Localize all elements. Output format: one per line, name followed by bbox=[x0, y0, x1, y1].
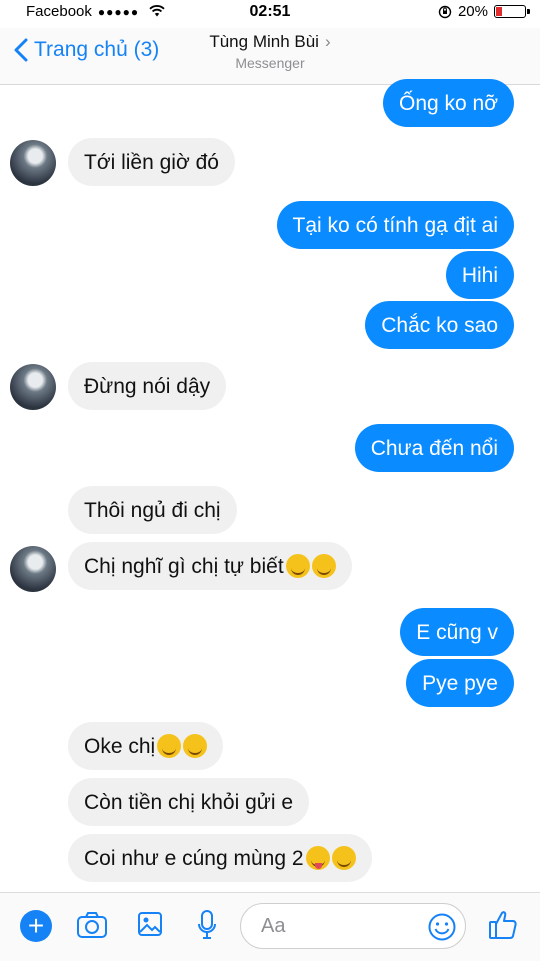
message-bubble-incoming[interactable]: Tới liền giờ đó bbox=[68, 138, 235, 186]
squinting-tongue-face-icon bbox=[305, 846, 330, 870]
message-bubble-incoming[interactable]: Còn tiền chị khỏi gửi e bbox=[68, 778, 310, 826]
message-bubble-incoming[interactable]: Chị nghĩ gì chị tự biết bbox=[68, 542, 352, 590]
status-bar: Facebook ●●●●● 02:51 20% bbox=[0, 0, 540, 28]
message-bubble-outgoing[interactable]: Pye pye bbox=[406, 659, 514, 707]
message-text: Thôi ngủ đi chị bbox=[84, 498, 221, 522]
battery-percent: 20% bbox=[457, 3, 488, 20]
relieved-face-icon bbox=[311, 554, 336, 578]
contact-title[interactable]: Tùng Minh Bùi › Messenger bbox=[0, 32, 540, 71]
microphone-icon[interactable] bbox=[197, 909, 217, 941]
message-input[interactable] bbox=[259, 914, 413, 939]
message-bubble-outgoing[interactable]: Tại ko có tính gạ địt ai bbox=[276, 201, 514, 249]
avatar[interactable] bbox=[10, 546, 56, 592]
message-bubble-outgoing[interactable]: Chắc ko sao bbox=[365, 301, 514, 349]
message-bubble-outgoing[interactable]: Chưa đến nổi bbox=[354, 424, 514, 472]
message-text: Đừng nói dậy bbox=[84, 374, 211, 398]
message-text: Tới liền giờ đó bbox=[84, 150, 219, 174]
message-bubble-incoming[interactable]: Thôi ngủ đi chị bbox=[68, 486, 237, 534]
message-input-field[interactable] bbox=[240, 903, 466, 949]
status-right: 20% bbox=[438, 3, 530, 20]
emoji-icon[interactable] bbox=[427, 912, 457, 942]
message-text: Pye pye bbox=[422, 671, 498, 695]
orientation-lock-icon bbox=[438, 5, 452, 18]
battery-level bbox=[496, 7, 502, 16]
composer-bar: + bbox=[0, 892, 540, 961]
gallery-icon[interactable] bbox=[137, 911, 163, 937]
message-bubble-outgoing[interactable]: E cũng v bbox=[400, 608, 514, 656]
camera-icon[interactable] bbox=[76, 911, 108, 939]
relieved-face-icon bbox=[285, 554, 310, 578]
message-text: Chưa đến nổi bbox=[370, 436, 498, 460]
avatar[interactable] bbox=[10, 364, 56, 410]
avatar[interactable] bbox=[10, 140, 56, 186]
message-text: Coi như e cúng mùng 2 bbox=[84, 846, 304, 870]
message-bubble-outgoing[interactable]: Ống ko nỡ bbox=[383, 79, 514, 127]
message-bubble-outgoing[interactable]: Hihi bbox=[445, 251, 514, 299]
message-text: E cũng v bbox=[416, 620, 498, 644]
message-bubble-incoming[interactable]: Coi như e cúng mùng 2 bbox=[68, 834, 372, 882]
message-text: Hihi bbox=[461, 263, 498, 287]
message-text: Chị nghĩ gì chị tự biết bbox=[84, 554, 284, 578]
plus-icon[interactable]: + bbox=[20, 910, 52, 942]
conversation-header: Trang chủ (3) Tùng Minh Bùi › Messenger bbox=[0, 28, 540, 85]
message-bubble-incoming[interactable]: Đừng nói dậy bbox=[68, 362, 227, 410]
relieved-face-icon bbox=[157, 734, 182, 758]
relieved-face-icon bbox=[183, 734, 208, 758]
message-text: Ống ko nỡ bbox=[399, 91, 498, 115]
relieved-face-icon bbox=[331, 846, 356, 870]
message-text: Tại ko có tính gạ địt ai bbox=[292, 213, 498, 237]
message-text: Chắc ko sao bbox=[381, 313, 498, 337]
message-bubble-incoming[interactable]: Oke chị bbox=[68, 722, 224, 770]
thumbs-up-icon[interactable] bbox=[488, 909, 518, 941]
chevron-right-icon: › bbox=[324, 32, 331, 51]
contact-name: Tùng Minh Bùi bbox=[209, 32, 319, 51]
message-text: Còn tiền chị khỏi gửi e bbox=[84, 790, 294, 814]
contact-subtitle: Messenger bbox=[235, 55, 305, 71]
message-text: Oke chị bbox=[84, 734, 156, 758]
battery-icon bbox=[494, 5, 530, 18]
